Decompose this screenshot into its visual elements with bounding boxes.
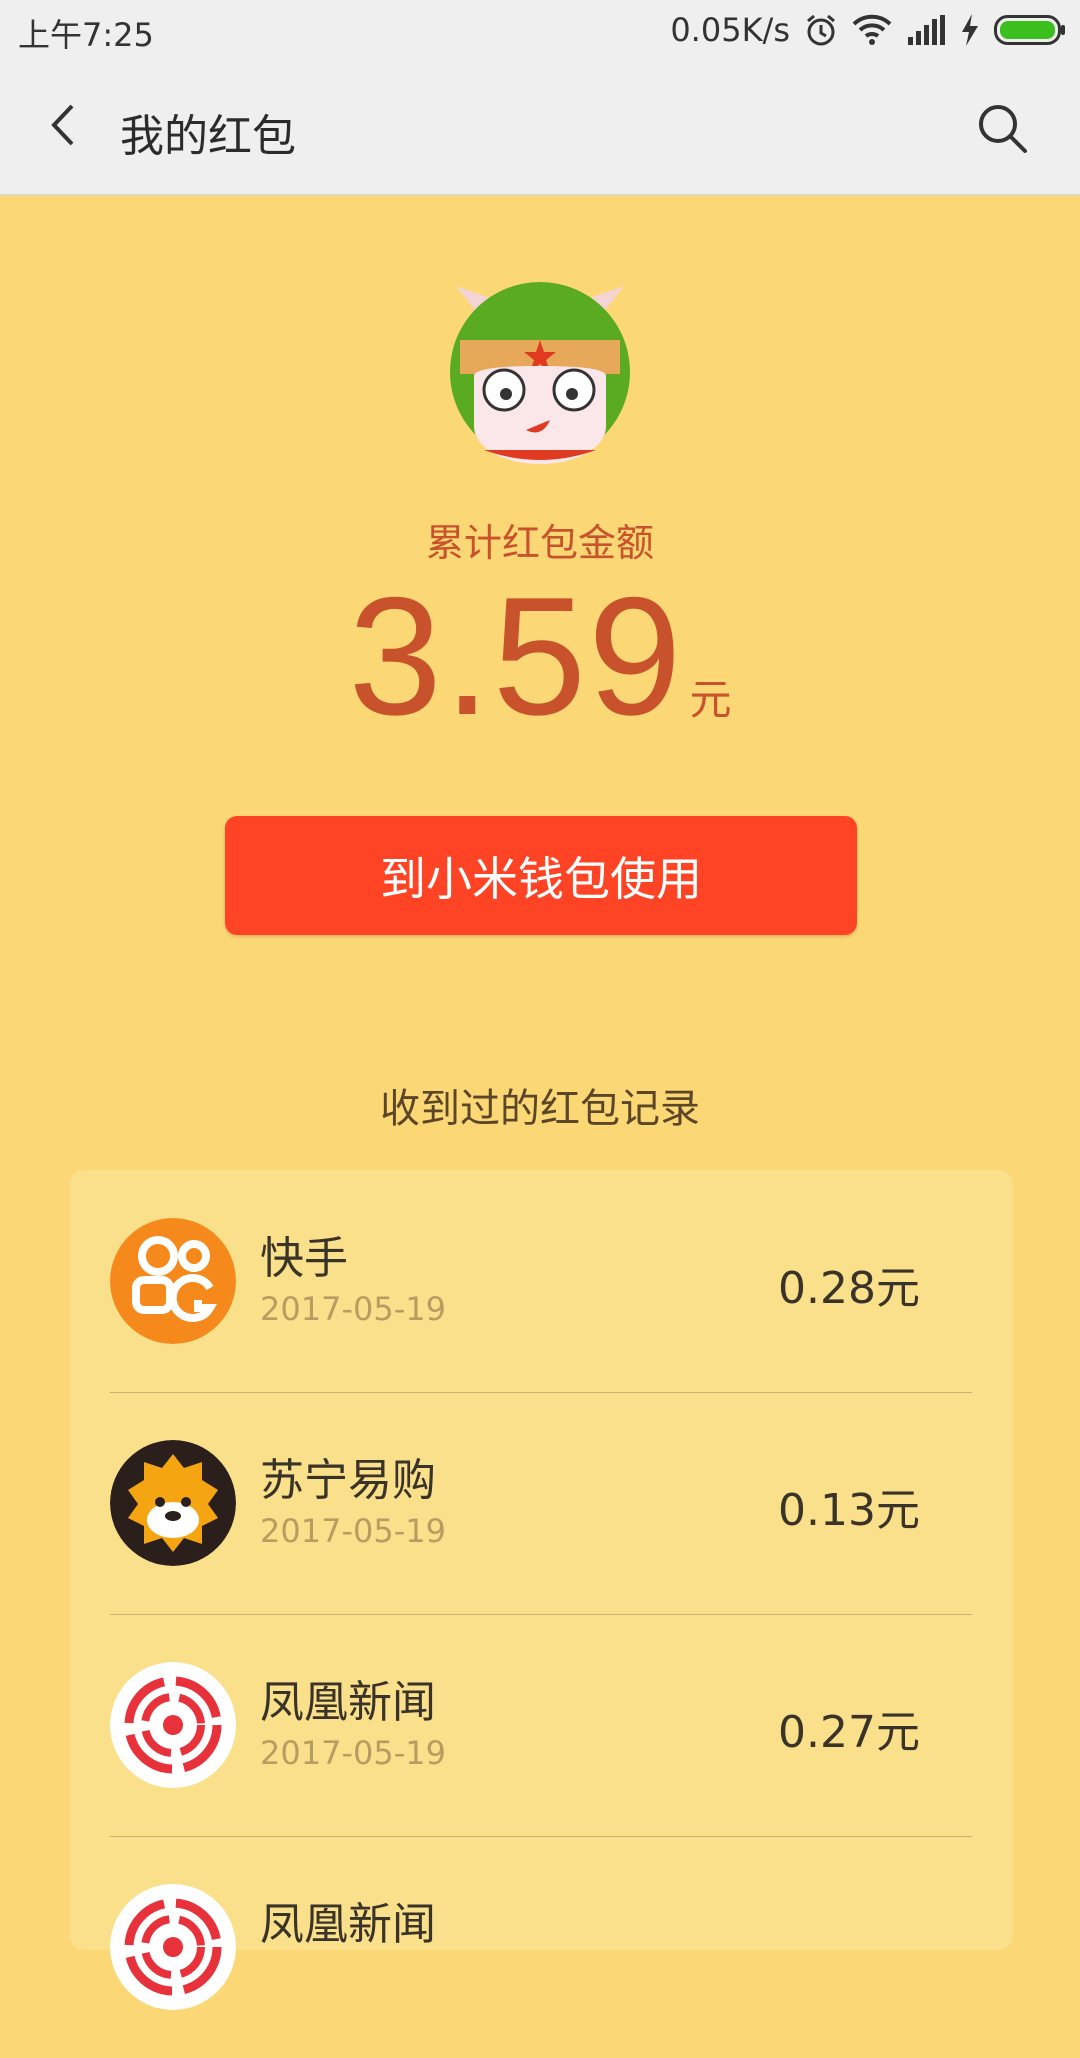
chevron-left-icon [51, 104, 74, 146]
status-bar: 上午7:25 0.05K/s [0, 0, 1080, 60]
search-icon [979, 105, 1027, 153]
record-amount: 0.13元 [778, 1485, 920, 1536]
record-amount: 0.28元 [778, 1263, 920, 1314]
record-date: 2017-05-19 [260, 1512, 446, 1550]
wifi-icon [852, 14, 892, 45]
back-button[interactable] [40, 100, 90, 150]
kuaishou-logo [110, 1218, 236, 1344]
list-item[interactable]: 凤凰新闻 [110, 1836, 972, 2058]
list-item[interactable]: 快手 2017-05-19 0.28元 [110, 1170, 972, 1393]
header-bar: 我的红包 [0, 60, 1080, 196]
search-button[interactable] [974, 100, 1030, 156]
record-amount: 0.27元 [778, 1707, 920, 1758]
suning-logo [110, 1440, 236, 1566]
charging-icon [962, 14, 978, 46]
total-amount: 3.59 元 [0, 560, 1080, 753]
mitu-bunny-avatar [450, 282, 630, 464]
record-app-name: 凤凰新闻 [260, 1677, 436, 1728]
ifeng-logo [110, 1662, 236, 1788]
record-app-name: 快手 [260, 1233, 348, 1284]
page-title: 我的红包 [120, 111, 296, 162]
record-date: 2017-05-19 [260, 1290, 446, 1328]
amount-unit: 元 [689, 675, 732, 724]
signal-icon [908, 15, 945, 45]
status-icons: 0.05K/s [670, 8, 1066, 52]
records-title: 收到过的红包记录 [380, 1086, 700, 1132]
network-speed: 0.05K/s [670, 11, 790, 49]
amount-value: 3.59 [348, 562, 684, 750]
record-app-name: 苏宁易购 [260, 1455, 436, 1506]
total-amount-label: 累计红包金额 [425, 521, 654, 565]
list-item[interactable]: 苏宁易购 2017-05-19 0.13元 [110, 1392, 972, 1615]
record-date: 2017-05-19 [260, 1734, 446, 1772]
record-app-name: 凤凰新闻 [260, 1899, 436, 1950]
battery-icon [994, 15, 1065, 45]
ifeng-logo [110, 1884, 236, 2010]
list-item[interactable]: 凤凰新闻 2017-05-19 0.27元 [110, 1614, 972, 1837]
use-in-mi-wallet-button[interactable]: 到小米钱包使用 [225, 816, 857, 935]
status-time: 上午7:25 [18, 16, 154, 54]
alarm-icon [807, 14, 835, 46]
records-list: 快手 2017-05-19 0.28元 苏宁易购 2017-05-19 0.13… [70, 1170, 1013, 2010]
